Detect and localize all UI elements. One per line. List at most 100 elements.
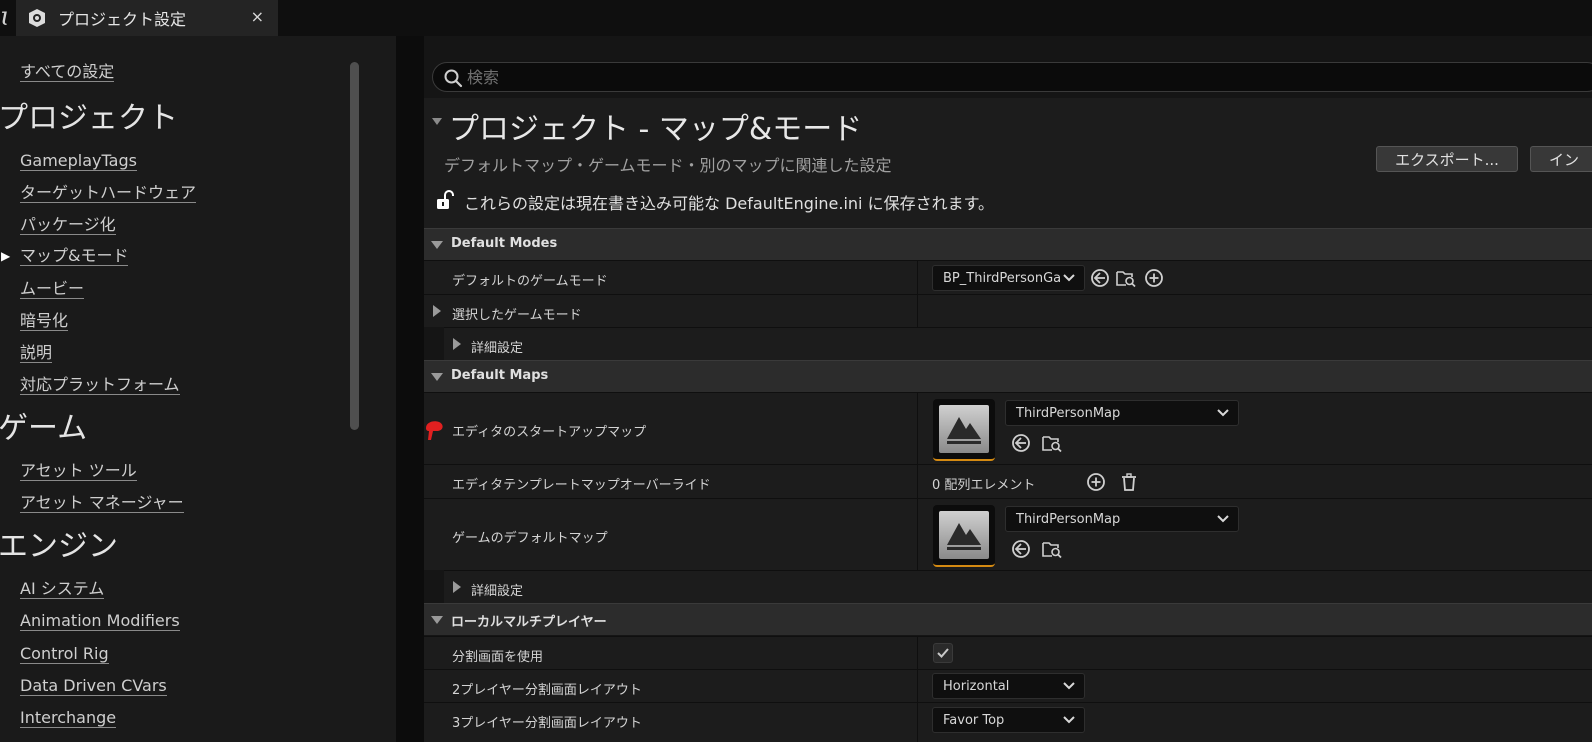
category-title: Default Maps	[451, 368, 549, 383]
property-row-two-player-layout: 2プレイヤー分割画面レイアウト Horizontal	[424, 669, 1592, 702]
property-row-advanced-maps[interactable]: 詳細設定	[444, 570, 1592, 603]
trash-icon[interactable]	[1119, 472, 1139, 492]
sidebar-item-movies[interactable]: ムービー	[20, 279, 85, 299]
import-button[interactable]: イン	[1530, 146, 1592, 172]
section-header: プロジェクト - マップ&モード デフォルトマップ・ゲームモード・別のマップに関…	[424, 98, 1592, 228]
search-input[interactable]	[467, 65, 1367, 89]
search-box[interactable]	[432, 62, 1592, 92]
property-row-game-default-map: ゲームのデフォルトマップ ThirdPersonMap	[424, 498, 1592, 570]
page-subtitle: デフォルトマップ・ゲームモード・別のマップに関連した設定	[444, 156, 892, 175]
category-title: ローカルマルチプレイヤー	[451, 615, 607, 630]
property-label: エディタのスタートアップマップ	[452, 425, 647, 440]
pin-marker-icon	[426, 421, 443, 440]
checkmark-icon	[937, 648, 949, 658]
export-button[interactable]: エクスポート...	[1376, 146, 1518, 172]
property-row-three-player-layout: 3プレイヤー分割画面レイアウト Favor Top	[424, 702, 1592, 742]
browse-to-asset-icon[interactable]	[1011, 539, 1031, 559]
category-title: Default Modes	[451, 236, 558, 251]
find-in-browser-icon[interactable]	[1116, 268, 1136, 288]
property-label: 詳細設定	[471, 584, 524, 599]
combo-value: BP_ThirdPersonGar	[943, 271, 1067, 286]
splitscreen-checkbox[interactable]	[933, 643, 953, 663]
game-mode-combo[interactable]: BP_ThirdPersonGar	[932, 265, 1085, 291]
collapse-arrow-icon	[431, 241, 443, 249]
sidebar-section-project: プロジェクト	[0, 101, 178, 136]
sidebar-item-packaging[interactable]: パッケージ化	[20, 215, 116, 235]
map-thumbnail-icon[interactable]	[933, 399, 995, 461]
chevron-down-icon	[1062, 271, 1076, 285]
tab-title: プロジェクト設定	[58, 10, 187, 29]
sidebar-item-target-hardware[interactable]: ターゲットハードウェア	[20, 183, 197, 203]
category-default-maps[interactable]: Default Maps	[424, 360, 1592, 392]
sidebar-item-interchange[interactable]: Interchange	[20, 708, 117, 728]
browse-to-asset-icon[interactable]	[1011, 433, 1031, 453]
property-row-use-splitscreen: 分割画面を使用	[424, 636, 1592, 669]
chevron-down-icon	[1063, 682, 1075, 690]
two-player-layout-combo[interactable]: Horizontal	[932, 673, 1085, 699]
sidebar-item-asset-tools[interactable]: アセット ツール	[20, 461, 137, 481]
sidebar-item-all-settings[interactable]: すべての設定	[20, 62, 115, 82]
sidebar-item-encryption[interactable]: 暗号化	[20, 311, 69, 331]
combo-value: ThirdPersonMap	[1016, 512, 1121, 527]
unreal-logo-icon: ɩ	[0, 2, 11, 32]
editor-startup-map-combo[interactable]: ThirdPersonMap	[1005, 400, 1239, 426]
tab-bar: ɩ プロジェクト設定 ×	[0, 0, 1592, 36]
property-label: ゲームのデフォルトマップ	[452, 531, 608, 546]
combo-value: ThirdPersonMap	[1016, 406, 1121, 421]
property-label: 分割画面を使用	[452, 650, 544, 665]
tab-project-settings[interactable]: プロジェクト設定 ×	[16, 0, 278, 36]
sidebar-item-gameplaytags[interactable]: GameplayTags	[20, 151, 137, 171]
sidebar-item-maps-modes[interactable]: マップ&モード	[20, 246, 129, 266]
add-icon[interactable]	[1086, 472, 1106, 492]
sidebar-item-supported-platforms[interactable]: 対応プラットフォーム	[20, 375, 180, 395]
property-row-selected-game-mode[interactable]: 選択したゲームモード	[424, 294, 1592, 327]
chevron-down-icon	[1063, 716, 1075, 724]
combo-value: Favor Top	[943, 713, 1005, 728]
collapse-arrow-icon	[431, 373, 443, 381]
category-default-modes[interactable]: Default Modes	[424, 228, 1592, 260]
expand-arrow-icon[interactable]	[433, 305, 441, 317]
settings-gear-icon	[26, 7, 48, 29]
find-in-browser-icon[interactable]	[1042, 433, 1062, 453]
game-default-map-combo[interactable]: ThirdPersonMap	[1005, 506, 1239, 532]
property-label: 詳細設定	[471, 341, 524, 356]
chevron-down-icon	[1217, 515, 1229, 523]
map-thumbnail-icon[interactable]	[933, 505, 995, 567]
search-icon	[444, 69, 463, 88]
config-save-note: これらの設定は現在書き込み可能な DefaultEngine.ini に保存され…	[464, 194, 994, 213]
sidebar-item-data-driven-cvars[interactable]: Data Driven CVars	[20, 676, 167, 696]
property-label: エディタテンプレートマップオーバーライド	[452, 478, 711, 493]
close-icon[interactable]: ×	[251, 7, 264, 26]
expand-arrow-icon[interactable]	[453, 581, 461, 593]
add-icon[interactable]	[1144, 268, 1164, 288]
sidebar-item-asset-manager[interactable]: アセット マネージャー	[20, 493, 184, 513]
browse-to-asset-icon[interactable]	[1090, 268, 1110, 288]
sidebar-item-description[interactable]: 説明	[20, 343, 53, 363]
property-row-advanced-modes[interactable]: 詳細設定	[444, 327, 1592, 360]
sidebar-item-ai-system[interactable]: AI システム	[20, 579, 105, 599]
property-label: デフォルトのゲームモード	[452, 274, 608, 289]
selected-item-marker: ▶	[1, 249, 11, 263]
page-title: プロジェクト - マップ&モード	[449, 112, 863, 147]
sidebar-section-engine: エンジン	[0, 529, 118, 564]
settings-details-panel: プロジェクト - マップ&モード デフォルトマップ・ゲームモード・別のマップに関…	[424, 36, 1592, 742]
settings-sidebar: すべての設定 プロジェクト GameplayTags ターゲットハードウェア パ…	[0, 36, 396, 742]
unlock-icon	[437, 190, 454, 209]
collapse-arrow-icon	[431, 616, 443, 624]
three-player-layout-combo[interactable]: Favor Top	[932, 707, 1085, 733]
find-in-browser-icon[interactable]	[1042, 539, 1062, 559]
property-label: 3プレイヤー分割画面レイアウト	[452, 716, 642, 731]
combo-value: Horizontal	[943, 679, 1010, 694]
property-label: 2プレイヤー分割画面レイアウト	[452, 683, 642, 698]
panel-splitter[interactable]	[396, 36, 424, 742]
sidebar-item-control-rig[interactable]: Control Rig	[20, 644, 109, 664]
sidebar-scrollbar[interactable]	[350, 62, 359, 430]
category-local-multiplayer[interactable]: ローカルマルチプレイヤー	[424, 603, 1592, 635]
property-row-template-map-override: エディタテンプレートマップオーバーライド 0 配列エレメント	[424, 464, 1592, 498]
collapse-arrow-icon[interactable]	[432, 118, 442, 125]
expand-arrow-icon[interactable]	[453, 338, 461, 350]
sidebar-section-game: ゲーム	[0, 411, 88, 446]
chevron-down-icon	[1217, 409, 1229, 417]
array-element-count: 0 配列エレメント	[932, 478, 1036, 493]
sidebar-item-animation-modifiers[interactable]: Animation Modifiers	[20, 611, 180, 631]
